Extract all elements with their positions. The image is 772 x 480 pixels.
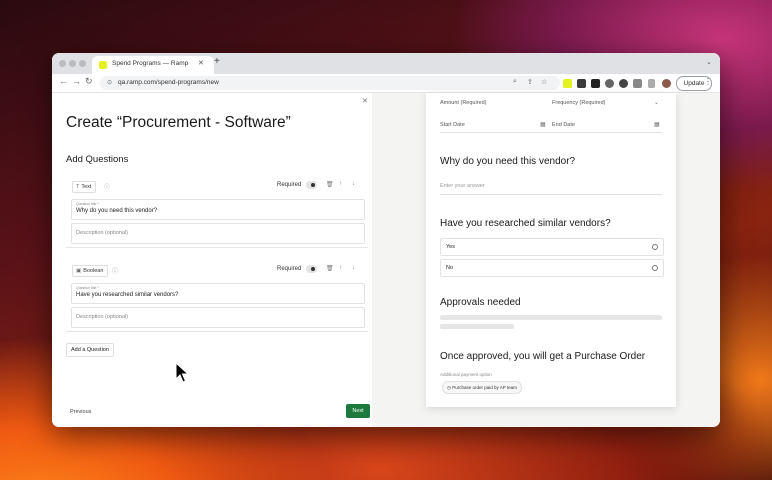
window-close-button[interactable]	[59, 60, 66, 67]
question-description-field[interactable]: Description (optional)	[71, 307, 365, 328]
page-title: Create “Procurement - Software”	[66, 114, 291, 131]
option-label: Yes	[446, 244, 455, 250]
move-down-icon[interactable]: ↓	[352, 265, 355, 271]
required-toggle[interactable]	[306, 265, 317, 273]
approvals-heading: Approvals needed	[440, 297, 521, 308]
option-label: No	[446, 265, 454, 271]
calendar-icon[interactable]: ▦	[540, 121, 546, 128]
info-icon[interactable]: ⓘ	[104, 182, 110, 191]
zoom-icon[interactable]: ⌕	[513, 78, 517, 86]
tab-title: Spend Programs — Ramp	[112, 60, 189, 67]
bookmark-star-icon[interactable]: ☆	[541, 78, 547, 86]
required-label: Required	[277, 266, 302, 272]
radio-option-yes[interactable]: Yes	[440, 238, 664, 256]
field-label: Question title *	[76, 202, 99, 206]
purchase-order-heading: Once approved, you will get a Purchase O…	[440, 351, 646, 362]
forward-icon[interactable]: →	[72, 76, 81, 86]
side-panel-icon[interactable]	[648, 79, 655, 88]
new-tab-icon[interactable]: +	[214, 56, 220, 67]
loading-skeleton	[440, 315, 662, 320]
extension-icon[interactable]	[605, 79, 614, 88]
delete-icon[interactable]: 🗑	[326, 181, 334, 188]
answer-underline	[440, 194, 662, 195]
question-title-field[interactable]: Question title * Why do you need this ve…	[71, 199, 365, 220]
share-icon[interactable]: ⇪	[527, 78, 533, 86]
url-text: qa.ramp.com/spend-programs/new	[118, 79, 219, 86]
move-down-icon[interactable]: ↓	[352, 181, 355, 187]
loading-skeleton	[440, 324, 514, 329]
info-icon[interactable]: ⓘ	[112, 266, 118, 275]
next-button[interactable]: Next	[346, 404, 370, 418]
browser-window: Spend Programs — Ramp ✕ + ⌄ ← → ↻ ⊙ qa.r…	[52, 53, 720, 427]
close-icon[interactable]: ✕	[362, 97, 368, 105]
boolean-type-icon: ▣	[76, 268, 82, 274]
payment-option-label: Additional payment option	[440, 372, 492, 377]
question-type-select[interactable]: T Text	[72, 181, 97, 193]
radio-option-no[interactable]: No	[440, 259, 664, 277]
tab-search-chevron-icon[interactable]: ⌄	[706, 58, 712, 66]
question-card: ▣ Boolean ⓘ Required 🗑 ↑ ↓ Question title…	[66, 265, 368, 332]
move-up-icon[interactable]: ↑	[339, 265, 342, 271]
address-bar[interactable]: ⊙ qa.ramp.com/spend-programs/new ⌕ ⇪ ☆	[100, 76, 560, 90]
clock-icon: ◷	[447, 385, 451, 390]
site-info-icon[interactable]: ⊙	[107, 79, 112, 86]
browser-toolbar: ← → ↻ ⊙ qa.ramp.com/spend-programs/new ⌕…	[52, 74, 720, 93]
question-card: T Text ⓘ Required 🗑 ↑ ↓ Question title * …	[66, 181, 368, 248]
field-placeholder: Description (optional)	[76, 230, 128, 236]
extension-icon[interactable]	[591, 79, 600, 88]
text-type-icon: T	[76, 184, 80, 190]
calendar-icon[interactable]: ▦	[654, 121, 660, 128]
radio-icon	[652, 244, 658, 250]
settings-extension-icon[interactable]	[619, 79, 628, 88]
extensions-puzzle-icon[interactable]	[633, 79, 642, 88]
request-form-preview: Amount (Required) Frequency (Required) ⌄…	[426, 93, 676, 407]
radio-icon	[652, 265, 658, 271]
tab-spend-programs[interactable]: Spend Programs — Ramp ✕	[92, 56, 214, 74]
back-icon[interactable]: ←	[59, 76, 68, 86]
question-heading: Have you researched similar vendors?	[440, 218, 611, 229]
add-question-button[interactable]: Add a Question	[66, 343, 114, 357]
ramp-favicon-icon	[99, 61, 107, 69]
frequency-field-label: Frequency (Required)	[552, 100, 606, 106]
answer-input[interactable]: Enter your answer	[440, 183, 485, 189]
window-zoom-button[interactable]	[79, 60, 86, 67]
question-builder-pane: ✕ Create “Procurement - Software” Add Qu…	[52, 93, 372, 427]
tab-bar: Spend Programs — Ramp ✕ + ⌄	[52, 53, 720, 74]
ramp-extension-icon[interactable]	[563, 79, 572, 88]
amount-field-label: Amount (Required)	[440, 100, 487, 106]
required-label: Required	[277, 182, 302, 188]
field-value: Why do you need this vendor?	[76, 208, 158, 214]
field-value: Have you researched similar vendors?	[76, 292, 179, 298]
start-date-label: Start Date	[440, 122, 465, 128]
field-placeholder: Description (optional)	[76, 314, 128, 320]
chevron-down-icon[interactable]: ⌄	[654, 99, 659, 106]
browser-menu-icon[interactable]: ⋮	[704, 77, 712, 86]
divider	[440, 132, 662, 133]
question-description-field[interactable]: Description (optional)	[71, 223, 365, 244]
extension-icon[interactable]	[577, 79, 586, 88]
previous-button[interactable]: Previous	[70, 409, 91, 415]
question-type-select[interactable]: ▣ Boolean	[72, 265, 109, 277]
payment-option-chip[interactable]: ◷ Purchase order paid by AP team	[442, 381, 522, 394]
delete-icon[interactable]: 🗑	[326, 265, 334, 272]
question-title-field[interactable]: Question title * Have you researched sim…	[71, 283, 365, 304]
page-content: ✕ Create “Procurement - Software” Add Qu…	[52, 93, 720, 427]
field-label: Question title *	[76, 286, 99, 290]
section-title: Add Questions	[66, 154, 129, 165]
window-minimize-button[interactable]	[69, 60, 76, 67]
required-toggle[interactable]	[306, 181, 317, 189]
move-up-icon[interactable]: ↑	[339, 181, 342, 187]
profile-avatar[interactable]	[662, 79, 671, 88]
tab-close-icon[interactable]: ✕	[198, 59, 204, 67]
question-heading: Why do you need this vendor?	[440, 156, 576, 167]
reload-icon[interactable]: ↻	[85, 76, 93, 87]
end-date-label: End Date	[552, 122, 575, 128]
